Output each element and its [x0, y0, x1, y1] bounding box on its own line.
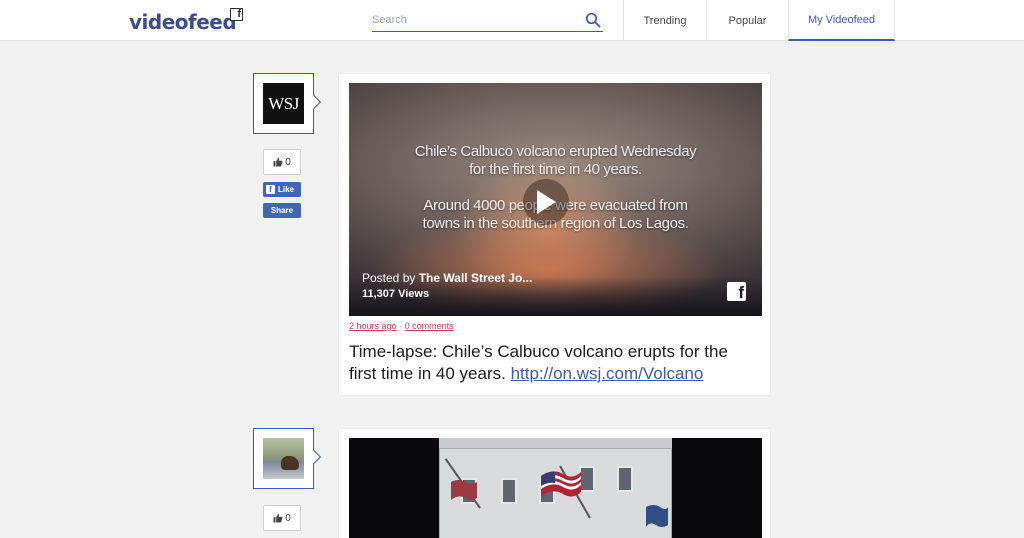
meta-separator: ·: [399, 321, 403, 331]
posted-by: Posted by The Wall Street Jo...: [362, 271, 532, 285]
caption-link[interactable]: http://on.wsj.com/Volcano: [511, 364, 704, 383]
window: [501, 478, 517, 504]
search-bar: [372, 9, 603, 32]
facebook-like-button[interactable]: f Like: [263, 182, 301, 197]
post-card: Chile’s Calbuco volcano erupted Wednesda…: [338, 73, 771, 396]
source-avatar[interactable]: [253, 428, 314, 489]
comments-link[interactable]: 0 comments: [405, 321, 454, 331]
posted-prefix: Posted by: [362, 271, 416, 285]
posted-by-name[interactable]: The Wall Street Jo...: [419, 271, 533, 285]
facebook-like-label: Like: [278, 185, 295, 194]
post-card: [338, 428, 771, 538]
flag: [646, 505, 668, 527]
facebook-icon: f: [230, 8, 243, 21]
avatar-image: [263, 438, 304, 479]
like-count: 0: [285, 512, 291, 524]
video-player[interactable]: [349, 438, 762, 538]
like-button[interactable]: 0: [263, 505, 301, 531]
post-meta: 2 hours ago · 0 comments: [349, 321, 454, 331]
american-flag: [541, 471, 581, 497]
search-icon[interactable]: [585, 12, 601, 28]
search-input[interactable]: [372, 9, 572, 31]
top-bar: videofeed f Trending Popular My Videofee…: [0, 0, 1024, 41]
tab-trending[interactable]: Trending: [623, 0, 706, 41]
source-avatar[interactable]: WSJ: [253, 73, 314, 134]
like-button[interactable]: 0: [263, 149, 301, 175]
play-button[interactable]: [523, 179, 569, 225]
facebook-icon: f: [266, 185, 275, 194]
view-count: 11,307 Views: [362, 288, 430, 300]
facebook-icon[interactable]: f: [727, 282, 746, 301]
video-thumbnail: [439, 438, 672, 538]
tab-popular[interactable]: Popular: [706, 0, 788, 41]
thumbs-up-icon: [273, 157, 283, 167]
thumbs-up-icon: [273, 513, 283, 523]
like-count: 0: [285, 156, 291, 168]
flag: [451, 480, 477, 500]
window: [617, 466, 633, 492]
video-player[interactable]: Chile’s Calbuco volcano erupted Wednesda…: [349, 83, 762, 316]
logo[interactable]: videofeed: [129, 10, 237, 34]
bear-image: [281, 456, 299, 470]
timestamp-link[interactable]: 2 hours ago: [349, 321, 397, 331]
wsj-logo: WSJ: [263, 83, 304, 124]
post-caption: Time-lapse: Chile’s Calbuco volcano erup…: [349, 341, 759, 385]
video-overlay-text: Chile’s Calbuco volcano erupted Wednesda…: [414, 143, 697, 160]
play-icon: [537, 190, 556, 214]
nav-tabs: Trending Popular My Videofeed: [623, 0, 895, 41]
tab-my-videofeed[interactable]: My Videofeed: [788, 0, 895, 41]
video-overlay-text: for the first time in 40 years.: [469, 161, 642, 178]
facebook-share-button[interactable]: Share: [263, 203, 301, 218]
